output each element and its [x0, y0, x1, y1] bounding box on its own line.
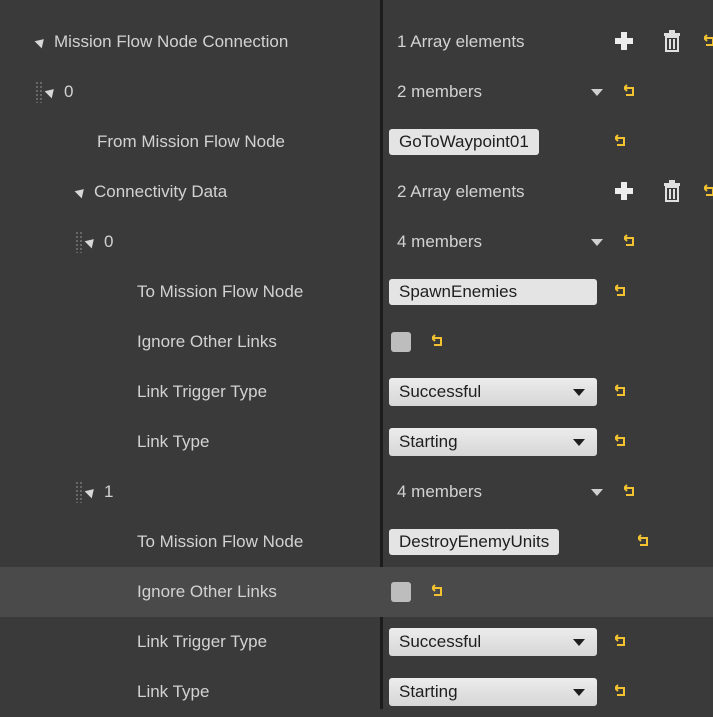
property-label[interactable]: 0: [84, 217, 114, 267]
property-label-text: 1: [104, 482, 114, 501]
to-mission-flow-node-field[interactable]: SpawnEnemies: [389, 279, 597, 305]
property-row-link-type: Link Type Starting: [0, 667, 713, 717]
collapse-triangle-icon[interactable]: [44, 85, 58, 99]
collapse-triangle-icon[interactable]: [84, 485, 98, 499]
reset-arrow-icon[interactable]: [615, 684, 627, 698]
property-row-mission-flow-node-connection: Mission Flow Node Connection 1 Array ele…: [0, 17, 713, 67]
property-label[interactable]: Mission Flow Node Connection: [34, 17, 289, 67]
from-mission-flow-node-field[interactable]: GoToWaypoint01: [389, 129, 539, 155]
reset-arrow-icon[interactable]: [432, 584, 444, 598]
reset-arrow-icon[interactable]: [615, 434, 627, 448]
collapse-triangle-icon[interactable]: [74, 185, 88, 199]
reset-arrow-icon[interactable]: [704, 34, 713, 48]
member-count: 4 members: [397, 232, 483, 251]
chevron-down-icon: [573, 439, 585, 446]
link-trigger-type-select[interactable]: Successful: [389, 378, 597, 406]
select-value: Successful: [399, 382, 482, 401]
reset-arrow-icon[interactable]: [432, 334, 444, 348]
collapse-triangle-icon[interactable]: [34, 35, 48, 49]
reset-arrow-icon[interactable]: [615, 134, 627, 148]
select-value: Starting: [399, 432, 458, 451]
ignore-other-links-checkbox[interactable]: [391, 332, 411, 352]
property-row-link-trigger-type: Link Trigger Type Successful: [0, 617, 713, 667]
chevron-down-icon: [573, 639, 585, 646]
property-row-to-mission-flow-node: To Mission Flow Node DestroyEnemyUnits: [0, 517, 713, 567]
reset-arrow-icon[interactable]: [624, 234, 636, 248]
reset-arrow-icon[interactable]: [624, 84, 636, 98]
array-count: 2 Array elements: [397, 182, 525, 201]
drag-handle-icon[interactable]: [35, 81, 43, 103]
drag-handle-icon[interactable]: [75, 481, 83, 503]
collapse-triangle-icon[interactable]: [84, 235, 98, 249]
reset-arrow-icon[interactable]: [704, 184, 713, 198]
property-label-text: 0: [104, 232, 114, 251]
array-element-row: 0 4 members: [0, 217, 713, 267]
property-label[interactable]: Connectivity Data: [74, 167, 228, 217]
property-label: Ignore Other Links: [137, 332, 277, 351]
select-value: Starting: [399, 682, 458, 701]
property-label[interactable]: 1: [84, 467, 114, 517]
dropdown-caret-icon[interactable]: [591, 489, 603, 496]
property-label: To Mission Flow Node: [137, 282, 304, 301]
member-count: 4 members: [397, 482, 483, 501]
property-label-text: 0: [64, 82, 74, 101]
reset-arrow-icon[interactable]: [615, 284, 627, 298]
property-label-text: Connectivity Data: [94, 182, 228, 201]
property-row-link-type: Link Type Starting: [0, 417, 713, 467]
array-element-row: 1 4 members: [0, 467, 713, 517]
ignore-other-links-checkbox[interactable]: [391, 582, 411, 602]
property-row-ignore-other-links: Ignore Other Links: [0, 567, 713, 617]
property-row-link-trigger-type: Link Trigger Type Successful: [0, 367, 713, 417]
to-mission-flow-node-field[interactable]: DestroyEnemyUnits: [389, 529, 560, 555]
dropdown-caret-icon[interactable]: [591, 239, 603, 246]
reset-arrow-icon[interactable]: [638, 534, 650, 548]
link-type-select[interactable]: Starting: [389, 678, 597, 706]
property-row-connectivity-data: Connectivity Data 2 Array elements: [0, 167, 713, 217]
reset-arrow-icon[interactable]: [615, 384, 627, 398]
property-label-text: Mission Flow Node Connection: [54, 32, 289, 51]
reset-arrow-icon[interactable]: [624, 484, 636, 498]
property-label: Link Trigger Type: [137, 382, 268, 401]
property-row-to-mission-flow-node: To Mission Flow Node SpawnEnemies: [0, 267, 713, 317]
property-label: Link Type: [137, 432, 210, 451]
reset-arrow-icon[interactable]: [615, 634, 627, 648]
property-label: From Mission Flow Node: [97, 132, 285, 151]
property-label: Link Type: [137, 682, 210, 701]
trash-icon[interactable]: [663, 180, 681, 202]
drag-handle-icon[interactable]: [75, 231, 83, 253]
array-element-row: 0 2 members: [0, 67, 713, 117]
select-value: Successful: [399, 632, 482, 651]
link-trigger-type-select[interactable]: Successful: [389, 628, 597, 656]
member-count: 2 members: [397, 82, 483, 101]
trash-icon[interactable]: [663, 30, 681, 52]
plus-icon[interactable]: [613, 30, 635, 52]
property-label: To Mission Flow Node: [137, 532, 304, 551]
property-row-ignore-other-links: Ignore Other Links: [0, 317, 713, 367]
array-count: 1 Array elements: [397, 32, 525, 51]
property-label: Ignore Other Links: [137, 582, 277, 601]
plus-icon[interactable]: [613, 180, 635, 202]
chevron-down-icon: [573, 689, 585, 696]
property-label: Link Trigger Type: [137, 632, 268, 651]
chevron-down-icon: [573, 389, 585, 396]
property-label[interactable]: 0: [44, 67, 74, 117]
property-row-from-mission-flow-node: From Mission Flow Node GoToWaypoint01: [0, 117, 713, 167]
dropdown-caret-icon[interactable]: [591, 89, 603, 96]
link-type-select[interactable]: Starting: [389, 428, 597, 456]
details-panel: Mission Flow Node Connection 1 Array ele…: [0, 0, 713, 709]
